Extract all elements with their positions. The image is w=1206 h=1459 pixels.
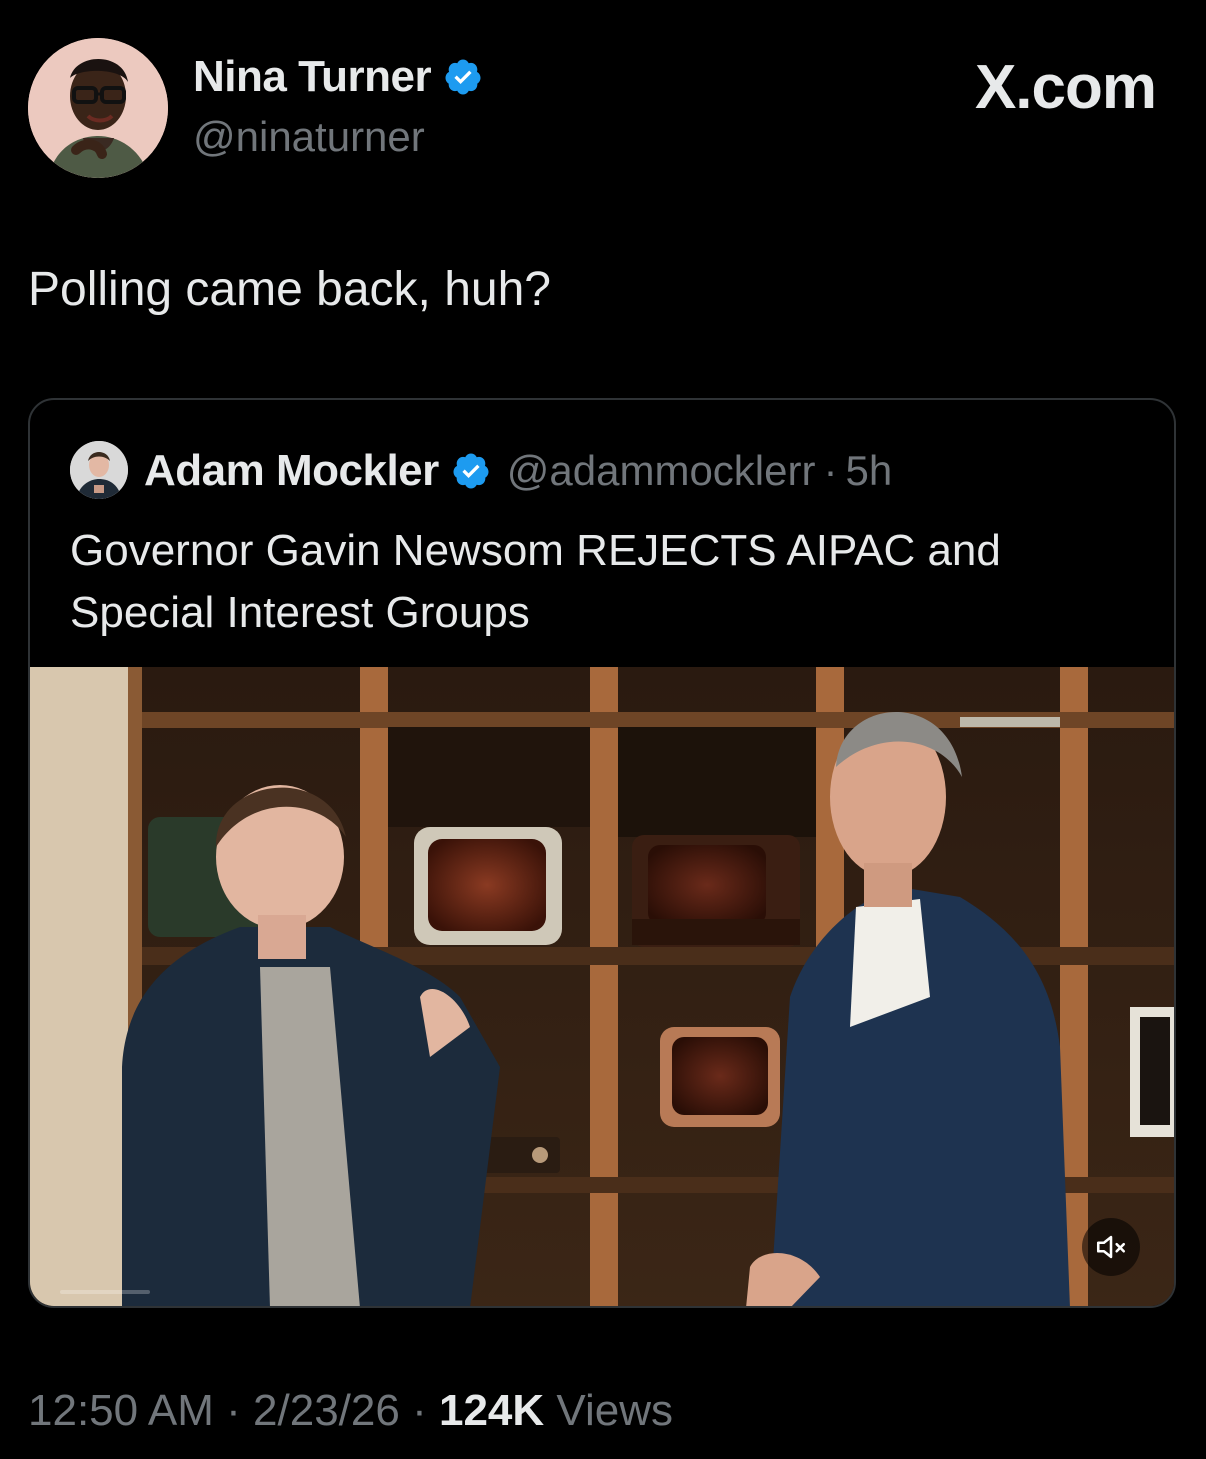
mute-button[interactable] [1082, 1218, 1140, 1276]
quoted-author-handle[interactable]: @adammocklerr [507, 447, 816, 495]
tweet-meta: 12:50 AM · 2/23/26 · 124K Views [28, 1386, 673, 1436]
quoted-timestamp[interactable]: 5h [845, 447, 892, 495]
separator-dot: · [412, 1386, 427, 1435]
verified-badge-icon [445, 59, 481, 95]
quoted-header: Adam Mockler @adammocklerr · 5h [144, 442, 892, 500]
quoted-tweet-card[interactable]: Adam Mockler @adammocklerr · 5h Governor… [28, 398, 1176, 1308]
author-name-row[interactable]: Nina Turner [193, 52, 483, 102]
tweet-text: Polling came back, huh? [28, 263, 551, 316]
quoted-avatar-portrait [70, 441, 128, 499]
brand-watermark: X.com [974, 53, 1157, 122]
separator-dot: · [823, 447, 838, 494]
quoted-author-name[interactable]: Adam Mockler [144, 446, 439, 496]
video-progress-bar[interactable] [60, 1290, 150, 1294]
avatar-portrait [28, 38, 168, 178]
separator-dot: · [226, 1386, 241, 1435]
author-avatar[interactable] [28, 38, 168, 178]
volume-muted-icon [1096, 1235, 1126, 1259]
quoted-author-avatar[interactable] [70, 441, 128, 499]
video-frame [30, 667, 1174, 1306]
tweet-time[interactable]: 12:50 AM [28, 1386, 214, 1435]
video-player[interactable] [30, 667, 1174, 1306]
verified-badge-icon [453, 453, 489, 489]
tweet-date[interactable]: 2/23/26 [253, 1386, 400, 1435]
author-name[interactable]: Nina Turner [193, 52, 432, 102]
views-count[interactable]: 124K [439, 1386, 544, 1435]
author-handle[interactable]: @ninaturner [193, 113, 425, 161]
views-label: Views [556, 1386, 673, 1435]
quoted-tweet-text: Governor Gavin Newsom REJECTS AIPAC and … [70, 526, 1001, 637]
